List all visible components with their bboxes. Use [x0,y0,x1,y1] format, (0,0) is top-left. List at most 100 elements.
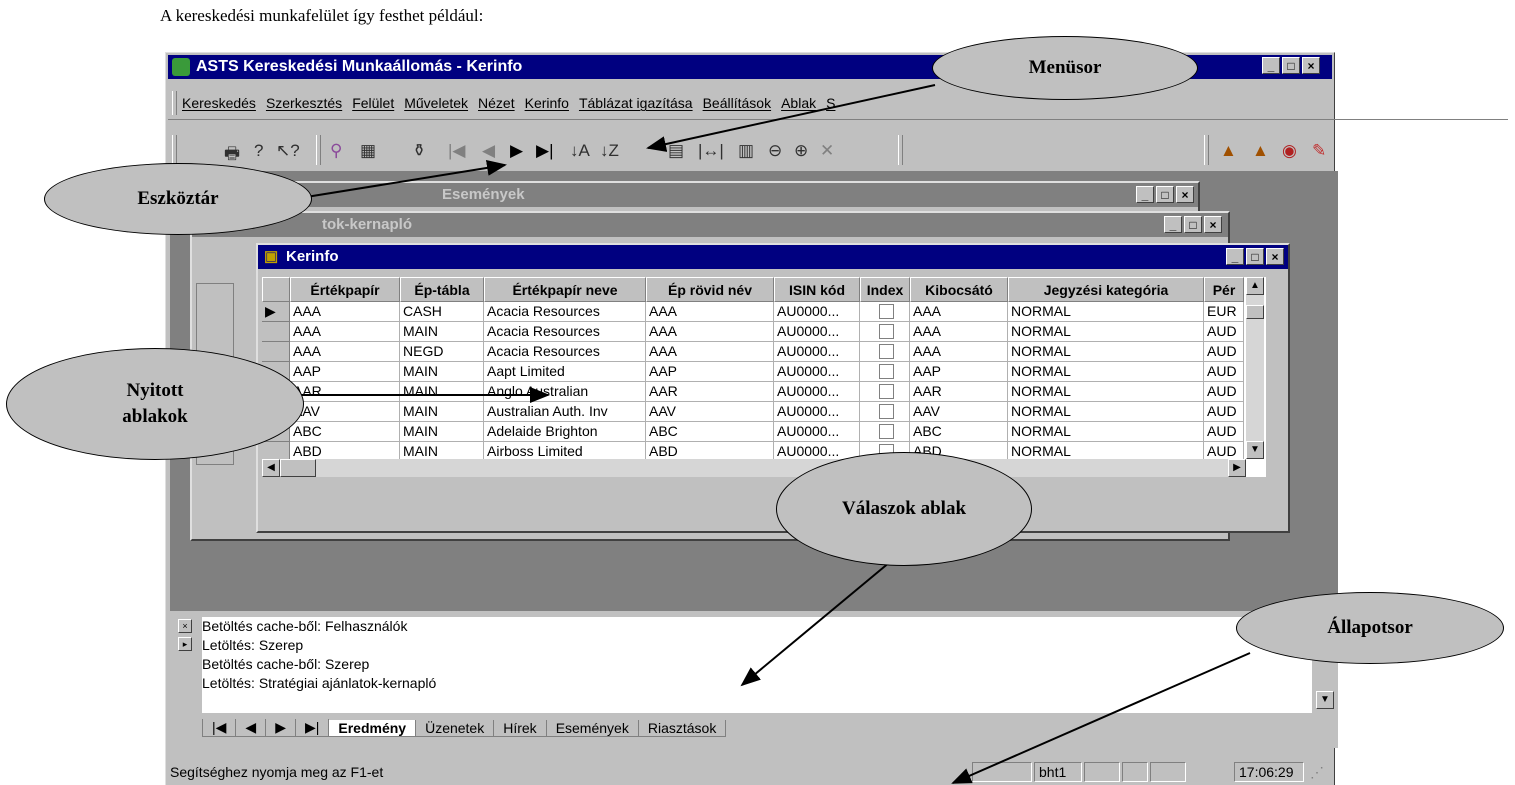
table-cell[interactable]: EUR [1204,302,1244,322]
table-cell[interactable]: Anglo Australian [484,382,646,402]
zoom-in-icon[interactable]: ⊕ [794,141,808,161]
scroll-right-button[interactable]: ▶ [1228,459,1246,477]
table-cell[interactable]: MAIN [400,422,484,442]
table-cell[interactable]: AUD [1204,422,1244,442]
table-cell[interactable]: AAR [910,382,1008,402]
table-cell[interactable]: AU0000... [774,322,860,342]
scroll-down-button[interactable]: ▼ [1246,441,1264,459]
col-isin[interactable]: ISIN kód [774,277,860,302]
app-minimize-button[interactable]: _ [1262,57,1280,74]
delete-order-icon[interactable]: ✎ [1312,141,1326,161]
menu-ablak[interactable]: Ablak [781,95,816,111]
minimize-button[interactable]: _ [1136,186,1154,203]
tool-icon[interactable]: ✕ [820,141,834,161]
cancel-order-icon[interactable]: ◉ [1282,141,1297,161]
toolbar-grip[interactable] [172,135,177,165]
table-cell[interactable] [860,302,910,322]
columns-icon[interactable]: ▥ [738,141,754,161]
close-button[interactable]: × [1176,186,1194,203]
width-icon[interactable]: |↔| [698,141,724,161]
table-cell[interactable]: AU0000... [774,342,860,362]
help-icon[interactable]: ? [254,141,263,161]
table-cell[interactable]: MAIN [400,382,484,402]
last-icon[interactable]: ▶| [536,141,554,161]
table-row[interactable]: ABC MAIN Adelaide Brighton ABC AU0000... ABC N… [262,422,1244,442]
table-cell[interactable]: AU0000... [774,402,860,422]
table-cell[interactable]: Acacia Resources [484,322,646,342]
index-checkbox[interactable] [878,404,894,419]
tab-eredmeny[interactable]: Eredmény [328,719,417,737]
zoom-out-icon[interactable]: ⊖ [768,141,782,161]
col-kibocsato[interactable]: Kibocsátó [910,277,1008,302]
next-icon[interactable]: ▶ [510,141,523,161]
close-panel-icon[interactable]: × [178,619,192,633]
order2-icon[interactable]: ▲ [1252,141,1269,161]
menu-felulet[interactable]: Felület [352,95,394,111]
table-cell[interactable]: AU0000... [774,362,860,382]
menu-beallitasok[interactable]: Beállítások [703,95,771,111]
table-cell[interactable]: CASH [400,302,484,322]
table-cell[interactable] [860,402,910,422]
tab-nav-prev[interactable]: ◀ [235,719,267,737]
table-cell[interactable]: Adelaide Brighton [484,422,646,442]
col-penznem[interactable]: Pér [1204,277,1244,302]
table-cell[interactable]: Acacia Resources [484,302,646,322]
table-cell[interactable]: NORMAL [1008,362,1204,382]
app-maximize-button[interactable]: □ [1282,57,1300,74]
child-title-1[interactable]: Események _ □ × [292,183,1198,207]
tab-hirek[interactable]: Hírek [493,719,547,737]
index-checkbox[interactable] [878,304,894,319]
child-title-3[interactable]: ▣ Kerinfo _ □ × [258,245,1288,269]
menu-szerkesztes[interactable]: Szerkesztés [266,95,342,111]
table-cell[interactable]: NORMAL [1008,382,1204,402]
menu-kerinfo[interactable]: Kerinfo [525,95,569,111]
hscroll-thumb[interactable] [280,459,316,477]
search-tool-icon[interactable]: ⚱ [412,141,426,161]
order-icon[interactable]: ▲ [1220,141,1237,161]
index-checkbox[interactable] [878,364,894,379]
table-cell[interactable]: Acacia Resources [484,342,646,362]
index-checkbox[interactable] [878,384,894,399]
results-scroll-down[interactable]: ▼ [1316,691,1334,709]
table-row[interactable]: AAA NEGD Acacia Resources AAA AU0000... AAA NO… [262,342,1244,362]
sort-desc-icon[interactable]: ↓Z [600,141,619,161]
table-cell[interactable]: AAP [910,362,1008,382]
minimize-button[interactable]: _ [1226,248,1244,265]
context-help-icon[interactable]: ↖? [276,141,300,161]
expand-panel-icon[interactable]: ▸ [178,637,192,651]
table-row[interactable]: AAR MAIN Anglo Australian AAR AU0000... AAR NO… [262,382,1244,402]
table-row[interactable]: AAV MAIN Australian Auth. Inv AAV AU0000... A… [262,402,1244,422]
table-cell[interactable]: AAR [290,382,400,402]
prev-icon[interactable]: ◀ [482,141,495,161]
table-cell[interactable]: ABC [290,422,400,442]
menu-kereskedes[interactable]: Kereskedés [182,95,256,111]
minimize-button[interactable]: _ [1164,216,1182,233]
table-cell[interactable]: MAIN [400,362,484,382]
table-cell[interactable]: AU0000... [774,422,860,442]
table-cell[interactable]: NORMAL [1008,342,1204,362]
close-button[interactable]: × [1266,248,1284,265]
table-cell[interactable]: AAA [910,342,1008,362]
table-cell[interactable]: NEGD [400,342,484,362]
first-icon[interactable]: |◀ [448,141,466,161]
grid-horizontal-scrollbar[interactable]: ◀ ▶ [262,459,1246,477]
col-index[interactable]: Index [860,277,910,302]
table-cell[interactable]: MAIN [400,322,484,342]
menu-muveletek[interactable]: Műveletek [404,95,468,111]
table-row[interactable]: AAA MAIN Acacia Resources AAA AU0000... AAA NO… [262,322,1244,342]
table-cell[interactable]: NORMAL [1008,402,1204,422]
table-cell[interactable]: AU0000... [774,382,860,402]
table-cell[interactable]: AUD [1204,382,1244,402]
col-ep-rovid-nev[interactable]: Ép rövid név [646,277,774,302]
table-cell[interactable]: NORMAL [1008,422,1204,442]
grid-icon[interactable]: ▤ [668,141,684,161]
table-cell[interactable] [860,322,910,342]
table-cell[interactable] [860,362,910,382]
table-cell[interactable]: AUD [1204,362,1244,382]
table-cell[interactable]: AUD [1204,402,1244,422]
table-cell[interactable]: Aapt Limited [484,362,646,382]
table-cell[interactable]: AAA [910,302,1008,322]
table-row[interactable]: ▶ AAA CASH Acacia Resources AAA AU0000... AAA N… [262,302,1244,322]
col-ep-tabla[interactable]: Ép-tábla [400,277,484,302]
tab-uzenetek[interactable]: Üzenetek [415,719,495,737]
